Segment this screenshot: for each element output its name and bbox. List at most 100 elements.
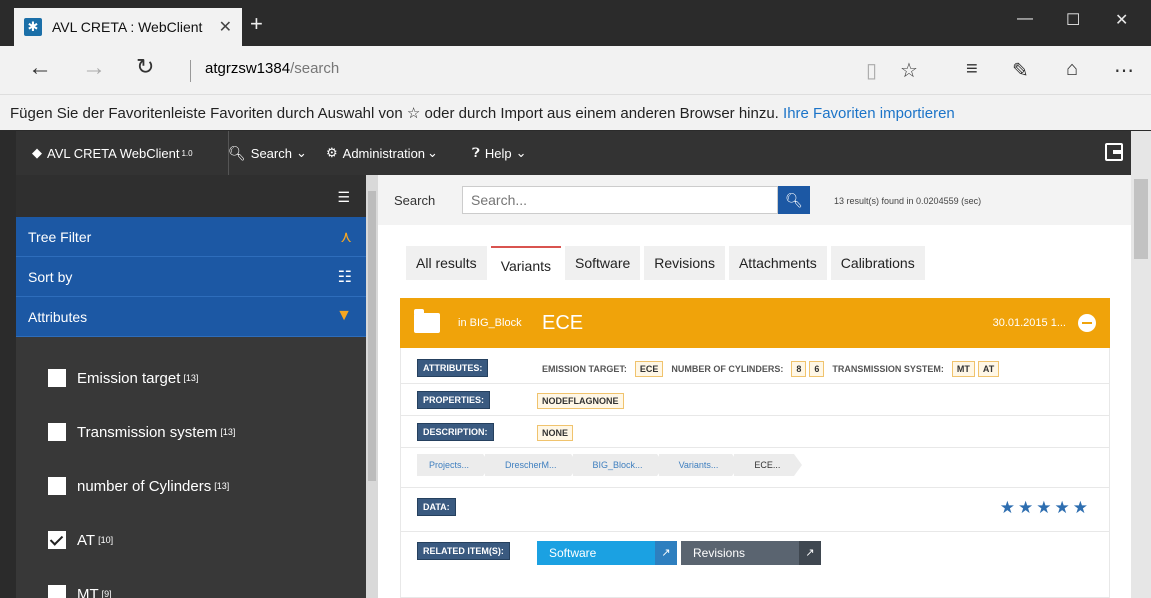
close-tab-icon[interactable]: ✕ — [219, 17, 232, 37]
result-title[interactable]: ECE — [542, 312, 583, 335]
minimize-icon[interactable]: — — [1017, 10, 1033, 28]
sidebar-item-sort-by[interactable]: Sort by ☷ — [16, 257, 366, 297]
checkbox[interactable] — [48, 477, 66, 495]
help-menu-label: Help — [484, 145, 512, 161]
attributes-tag: ATTRIBUTES: — [417, 359, 489, 377]
open-icon[interactable]: ↗ — [799, 541, 821, 565]
checkbox-checked[interactable] — [48, 531, 66, 549]
checkbox[interactable] — [48, 369, 66, 387]
forward-icon[interactable]: → — [82, 54, 106, 82]
folder-icon — [414, 309, 440, 333]
logout-icon[interactable] — [1105, 143, 1123, 161]
reading-view-icon[interactable]: ▯ — [866, 58, 877, 83]
administration-menu-label: Administration — [342, 145, 426, 161]
description-row: DESCRIPTION: NONE — [401, 416, 1109, 448]
attribute-item[interactable]: AT [10] — [16, 513, 366, 567]
open-icon[interactable]: ↗ — [655, 541, 677, 565]
search-menu[interactable]: 🔍︎ Search ⌄ — [228, 131, 307, 175]
parent-label: in BIG_Block — [458, 317, 522, 329]
attribute-item[interactable]: number of Cylinders [13] — [16, 459, 366, 513]
new-tab-icon[interactable]: + — [250, 12, 263, 36]
brand-link[interactable]: ◆ AVL CRETA WebClient 1.0 — [32, 131, 193, 175]
help-menu[interactable]: ❓︎ Help ⌄ — [472, 131, 526, 175]
attribute-key: TRANSMISSION SYSTEM: — [827, 361, 949, 377]
breadcrumb-item[interactable]: BIG_Block... — [572, 454, 665, 476]
tab-calibrations[interactable]: Calibrations — [830, 246, 925, 280]
sidebar: ☰ Tree Filter ⋏ Sort by ☷ Attributes ▼ E… — [16, 175, 366, 598]
attribute-label: number of Cylinders — [77, 477, 212, 495]
description-value: NONE — [537, 425, 574, 441]
search-icon: 🔍︎ — [228, 144, 246, 161]
attribute-value: 8 — [791, 361, 807, 377]
attribute-item[interactable]: Transmission system [13] — [16, 405, 366, 459]
related-revisions-button[interactable]: Revisions ↗ — [681, 541, 821, 565]
layers-icon[interactable]: ☰ — [337, 189, 350, 206]
brand-icon: ◆ — [32, 145, 42, 160]
attribute-label: AT — [77, 531, 96, 549]
checkbox[interactable] — [48, 423, 66, 441]
rating-stars[interactable]: ★★★★★ — [1000, 498, 1091, 518]
back-icon[interactable]: ← — [28, 54, 52, 82]
sidebar-item-attributes[interactable]: Attributes ▼ — [16, 297, 366, 337]
collapse-icon[interactable] — [1078, 314, 1096, 332]
attribute-item[interactable]: Emission target [13] — [16, 351, 366, 405]
page-scrollbar[interactable] — [1131, 131, 1151, 598]
web-note-icon[interactable]: ✎ — [1012, 58, 1029, 83]
close-window-icon[interactable]: ✕ — [1115, 10, 1128, 30]
sort-by-label: Sort by — [28, 269, 73, 285]
attribute-label: MT — [77, 585, 99, 598]
attribute-label: Emission target — [77, 369, 181, 387]
refresh-icon[interactable]: ↻ — [136, 54, 154, 80]
attribute-count: [13] — [214, 481, 230, 491]
breadcrumb-item[interactable]: ECE... — [734, 454, 803, 476]
administration-menu[interactable]: ⚙ Administration ⌄ — [326, 131, 438, 175]
breadcrumb-item[interactable]: Variants... — [658, 454, 741, 476]
properties-tag: PROPERTIES: — [417, 391, 491, 409]
related-software-button[interactable]: Software ↗ — [537, 541, 677, 565]
search-input[interactable] — [462, 186, 778, 214]
tab-all-results[interactable]: All results — [406, 246, 487, 280]
attribute-label: Transmission system — [77, 423, 218, 441]
maximize-icon[interactable]: ☐ — [1066, 10, 1080, 30]
sidebar-scroll-thumb[interactable] — [368, 191, 376, 481]
sidebar-header: ☰ — [16, 175, 366, 217]
share-icon[interactable]: ⌂ — [1066, 58, 1078, 81]
properties-row: PROPERTIES: NODEFLAGNONE — [401, 384, 1109, 416]
related-items-tag: RELATED ITEM(S): — [417, 542, 510, 560]
browser-tab[interactable]: ✱ AVL CRETA : WebClient ✕ — [14, 8, 242, 46]
tab-revisions[interactable]: Revisions — [644, 246, 725, 280]
favorite-star-icon[interactable]: ☆ — [900, 58, 918, 83]
property-value: NODEFLAGNONE — [537, 393, 624, 409]
sidebar-item-tree-filter[interactable]: Tree Filter ⋏ — [16, 217, 366, 257]
breadcrumb-item[interactable]: DrescherM... — [485, 454, 579, 476]
url-field[interactable]: atgrzsw1384/search — [190, 60, 339, 82]
breadcrumb-item[interactable]: Projects... — [417, 454, 492, 476]
checkbox[interactable] — [48, 585, 66, 598]
sidebar-scrollbar[interactable] — [366, 175, 378, 598]
search-bar: Search 🔍︎ 13 result(s) found in 0.020455… — [378, 175, 1131, 225]
search-icon: 🔍︎ — [785, 192, 803, 208]
chevron-down-icon: ⌄ — [427, 145, 438, 160]
app-navbar: ◆ AVL CRETA WebClient 1.0 🔍︎ Search ⌄ ⚙ A… — [16, 131, 1131, 175]
tab-software[interactable]: Software — [565, 246, 641, 280]
breadcrumb: Projects... DrescherM... BIG_Block... Va… — [417, 454, 803, 476]
related-software-label: Software — [549, 546, 597, 560]
page-scroll-thumb[interactable] — [1134, 179, 1148, 259]
app-favicon-icon: ✱ — [24, 18, 42, 36]
gear-icon: ⚙ — [326, 145, 338, 160]
favbar-text: Fügen Sie der Favoritenleiste Favoriten … — [10, 105, 779, 122]
search-menu-label: Search — [250, 145, 292, 161]
attribute-item[interactable]: MT [9] — [16, 567, 366, 598]
filter-icon: ▼ — [336, 307, 352, 324]
attributes-row: ATTRIBUTES: EMISSION TARGET: ECE NUMBER OF… — [401, 348, 1109, 384]
search-button[interactable]: 🔍︎ — [778, 186, 810, 214]
hub-icon[interactable]: ≡ — [966, 58, 978, 81]
import-favorites-link[interactable]: Ihre Favoriten importieren — [783, 105, 955, 122]
url-host: atgrzsw1384 — [205, 60, 291, 77]
attribute-key: EMISSION TARGET: — [537, 361, 632, 377]
tab-attachments[interactable]: Attachments — [728, 246, 827, 280]
tree-filter-label: Tree Filter — [28, 229, 92, 245]
tab-variants[interactable]: Variants — [490, 246, 562, 280]
more-icon[interactable]: ⋯ — [1114, 58, 1134, 83]
attribute-count: [13] — [220, 427, 236, 437]
